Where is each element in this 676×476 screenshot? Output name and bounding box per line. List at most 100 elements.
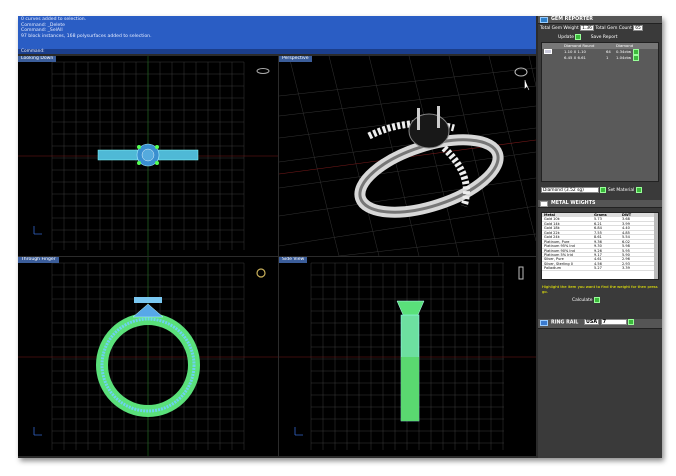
command-history: 0 curves added to selection. Command: _D… bbox=[18, 16, 536, 54]
ring-size-select[interactable]: 7 bbox=[600, 319, 627, 325]
metal-hint: Highlight the item you want to find the … bbox=[542, 284, 658, 294]
gem-go-button[interactable] bbox=[633, 55, 640, 61]
col-header: Grams bbox=[594, 213, 607, 217]
cell: Gold 22k bbox=[544, 230, 560, 235]
col-header: DWT bbox=[622, 213, 632, 217]
set-material-button[interactable]: Set Material bbox=[608, 188, 634, 193]
save-report-button[interactable]: Save Report bbox=[591, 35, 618, 40]
cell: 3.68 bbox=[622, 217, 630, 222]
grid bbox=[18, 257, 278, 456]
cell: Silver, Sterling 0 bbox=[544, 261, 573, 266]
cell: 4.85 bbox=[622, 230, 630, 235]
cell: Gold 14k bbox=[544, 221, 560, 226]
gem-weight: 1.04ctw bbox=[616, 55, 632, 60]
gem-row[interactable]: 6.45 X 6.61 1 1.04ctw bbox=[542, 55, 658, 61]
size-standard-select[interactable]: USA bbox=[584, 319, 600, 325]
ring-preview-icon[interactable] bbox=[514, 67, 528, 77]
command-prompt[interactable]: Command: bbox=[18, 49, 536, 54]
cell: Gold 18k bbox=[544, 226, 560, 231]
cell: 6.21 bbox=[594, 221, 602, 226]
cell: 2.96 bbox=[622, 257, 630, 262]
gem-table: Diamond Round Diamond 1.10 X 1.10 64 0.34ct… bbox=[541, 42, 659, 182]
cell: 2.93 bbox=[622, 261, 630, 266]
ring-icon bbox=[540, 320, 548, 326]
metal-icon bbox=[540, 201, 548, 207]
cell: 6.02 bbox=[622, 239, 630, 244]
grid bbox=[279, 262, 536, 450]
cell: 9.17 bbox=[594, 252, 602, 257]
cell: 7.55 bbox=[594, 230, 602, 235]
cell: 5.98 bbox=[622, 244, 630, 249]
cell: Silver, Pure bbox=[544, 257, 564, 262]
viewport-title[interactable]: Perspective bbox=[279, 56, 312, 62]
ring-rail-header: RING RAIL USA 7 bbox=[538, 319, 662, 329]
label: Total Gem Weight bbox=[540, 26, 579, 31]
ring-preview-icon[interactable] bbox=[256, 68, 270, 74]
gem-reporter-header: GEM REPORTER bbox=[538, 16, 662, 24]
cell: Platinum 95% Ind bbox=[544, 244, 575, 249]
gem-icon bbox=[540, 17, 548, 23]
viewport-perspective[interactable]: Perspective bbox=[279, 56, 536, 256]
col-header: Metal bbox=[544, 213, 556, 217]
viewport-front[interactable]: Through Finger bbox=[18, 257, 278, 456]
cell: Platinum, Pure bbox=[544, 239, 570, 244]
viewport-title[interactable]: Through Finger bbox=[18, 257, 59, 263]
material-select[interactable]: Diamond (3.52 sg) bbox=[541, 186, 599, 193]
diamond-icon bbox=[544, 49, 552, 54]
cell: 8.61 bbox=[594, 235, 602, 240]
cell: 3.39 bbox=[622, 266, 630, 271]
total-gem-weight: 1.36 bbox=[580, 24, 594, 31]
cell: 5.73 bbox=[594, 217, 602, 222]
cell: 4.40 bbox=[622, 226, 630, 231]
cell: Gold 10k bbox=[544, 217, 560, 222]
update-go-button[interactable] bbox=[575, 33, 582, 40]
calculate-button[interactable]: Calculate bbox=[572, 298, 593, 303]
gem-count: 1 bbox=[606, 55, 609, 60]
metal-row[interactable]: Palladium 5.27 3.39 bbox=[542, 266, 658, 271]
cell: 9.30 bbox=[594, 244, 602, 249]
viewport-title[interactable]: Looking Down bbox=[18, 56, 57, 62]
cell: Platinum 5% Irid bbox=[544, 252, 573, 257]
ring-side-model bbox=[396, 300, 425, 422]
perspective-grid bbox=[279, 56, 536, 256]
cell: Gold 24k bbox=[544, 235, 560, 240]
metal-weights-table: Metal Grams DWT Gold 10k 5.73 3.68 Gold 14k 6.… bbox=[541, 212, 659, 280]
cell: 5.95 bbox=[622, 248, 630, 253]
cell: 5.27 bbox=[594, 266, 602, 271]
panel-title: RING RAIL bbox=[551, 320, 579, 326]
cell: 9.36 bbox=[594, 239, 602, 244]
grid bbox=[18, 56, 278, 256]
material-go-button[interactable] bbox=[600, 186, 607, 193]
total-gem-count: 65 bbox=[633, 24, 643, 31]
viewport-title[interactable]: Side View bbox=[279, 257, 308, 263]
viewport-top[interactable]: Looking Down bbox=[18, 56, 278, 256]
ring-preview-icon[interactable] bbox=[518, 266, 524, 280]
ring-preview-icon[interactable] bbox=[256, 268, 266, 278]
cell: 4.56 bbox=[594, 261, 602, 266]
metal-weights-header: METAL WEIGHTS bbox=[538, 200, 662, 208]
viewport-side[interactable]: Side View bbox=[279, 257, 536, 456]
panel-title: METAL WEIGHTS bbox=[551, 201, 596, 206]
app-window: 0 curves added to selection. Command: _D… bbox=[18, 16, 662, 458]
right-panel: GEM REPORTER Total Gem Weight 1.36 Total… bbox=[538, 16, 662, 458]
cell: 5.54 bbox=[622, 235, 630, 240]
update-button[interactable]: Update bbox=[558, 35, 574, 40]
cell: Platinum 90% Ind bbox=[544, 248, 575, 253]
ring-top-model bbox=[97, 143, 199, 167]
cell: 4.61 bbox=[594, 257, 602, 262]
cell: 6.84 bbox=[594, 226, 602, 231]
set-material-go-button[interactable] bbox=[635, 186, 642, 193]
ring-render bbox=[354, 106, 504, 218]
cell: 3.99 bbox=[622, 221, 630, 226]
panel-title: GEM REPORTER bbox=[551, 17, 593, 22]
cell: 5.90 bbox=[622, 252, 630, 257]
label: Total Gem Count bbox=[595, 26, 632, 31]
ring-size-go-button[interactable] bbox=[628, 319, 635, 325]
cell: 9.26 bbox=[594, 248, 602, 253]
calculate-go-button[interactable] bbox=[593, 296, 600, 303]
cell: Palladium bbox=[544, 266, 562, 271]
scrollbar[interactable] bbox=[654, 213, 658, 279]
command-line: 97 block instances, 168 polysurfaces add… bbox=[21, 33, 152, 39]
gem-size: 6.45 X 6.61 bbox=[564, 55, 586, 60]
mouse-cursor bbox=[524, 80, 530, 91]
